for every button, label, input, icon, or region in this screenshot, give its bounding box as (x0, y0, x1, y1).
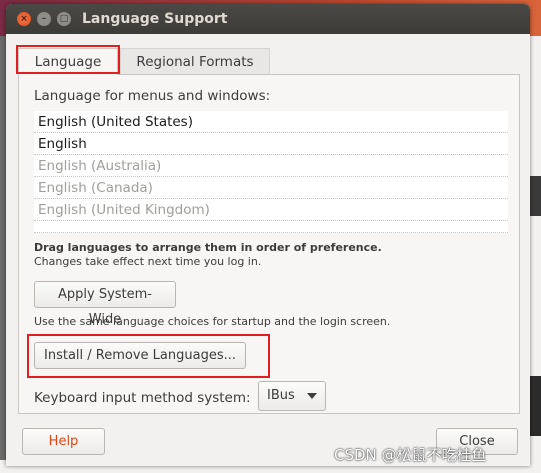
use-same-hint: Use the same language choices for startu… (34, 315, 391, 328)
keyboard-input-dropdown[interactable]: IBus (258, 381, 326, 411)
maximize-window-icon[interactable]: □ (57, 12, 71, 26)
language-list-item[interactable]: English (Australia) (34, 155, 508, 177)
install-remove-languages-button[interactable]: Install / Remove Languages... (34, 342, 246, 369)
language-list[interactable]: English (United States) English English … (34, 111, 508, 233)
language-list-item[interactable]: English (Canada) (34, 177, 508, 199)
window-title: Language Support (82, 11, 228, 27)
language-list-empty-area (34, 221, 508, 233)
language-list-item[interactable]: English (United Kingdom) (34, 199, 508, 221)
title-bar: × – □ Language Support (6, 4, 530, 34)
chevron-down-icon (307, 393, 317, 399)
tab-regional-formats[interactable]: Regional Formats (120, 48, 270, 75)
help-button[interactable]: Help (22, 428, 105, 455)
apply-system-wide-button[interactable]: Apply System-Wide (34, 281, 176, 327)
language-section-label: Language for menus and windows: (34, 88, 271, 104)
language-list-item[interactable]: English (United States) (34, 111, 508, 133)
language-list-item[interactable]: English (34, 133, 508, 155)
watermark: CSDN @松鼠不吃桂鱼 (334, 446, 487, 464)
change-hint: Changes take effect next time you log in… (34, 255, 262, 268)
close-window-icon[interactable]: × (17, 12, 31, 26)
keyboard-input-label: Keyboard input method system: (34, 390, 251, 406)
language-support-window: × – □ Language Support Language Regional… (6, 4, 530, 466)
drag-hint: Drag languages to arrange them in order … (34, 241, 382, 254)
language-panel: Language for menus and windows: English … (18, 74, 520, 414)
minimize-window-icon[interactable]: – (37, 12, 51, 26)
keyboard-input-value: IBus (267, 388, 295, 403)
tab-language[interactable]: Language (18, 48, 118, 75)
